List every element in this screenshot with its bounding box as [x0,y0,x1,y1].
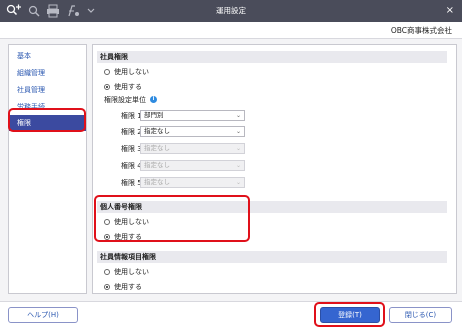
permission-4-label: 権限 4 [121,162,142,170]
company-name: OBC商事株式会社 [390,26,452,35]
register-highlight [314,302,385,327]
sidebar-item-employee[interactable]: 社員管理 [9,82,86,98]
help-button[interactable]: ヘルプ(H) [8,307,78,323]
permission-1-select[interactable]: 部門別 ⌄ [140,110,245,121]
permission-1-label: 権限 1 [121,112,142,120]
chevron-down-icon: ⌄ [235,145,241,152]
radio-button[interactable] [104,69,110,75]
chevron-down-icon: ⌄ [235,162,241,169]
employee-option-on[interactable]: 使用する [104,82,142,92]
info-option-off[interactable]: 使用しない [104,267,149,277]
permission-4-select: 指定なし ⌄ [140,160,245,171]
info-permission-header: 社員情報項目権限 [97,251,447,263]
info-option-on[interactable]: 使用する [104,282,142,292]
sidebar: 基本 組織管理 社員管理 労務手続 権限 [8,44,87,294]
permission-5-select: 指定なし ⌄ [140,177,245,188]
close-window-button[interactable]: × [446,0,454,22]
employee-option-off[interactable]: 使用しない [104,67,149,77]
radio-button-checked[interactable] [104,284,110,290]
permission-3-select: 指定なし ⌄ [140,143,245,154]
permission-5-label: 権限 5 [121,179,142,187]
employee-permission-header: 社員権限 [97,51,447,63]
permission-2-label: 権限 2 [121,128,142,136]
radio-button[interactable] [104,269,110,275]
sidebar-item-organization[interactable]: 組織管理 [9,65,86,81]
chevron-down-icon: ⌄ [235,128,241,135]
window-title: 運用設定 [216,6,246,15]
sidebar-highlight [8,108,86,132]
chevron-down-icon: ⌄ [235,112,241,119]
info-icon[interactable]: i [150,96,157,103]
mynumber-highlight [94,195,250,242]
chevron-down-icon: ⌄ [235,179,241,186]
permission-unit-label: 権限設定単位 [104,96,146,104]
sidebar-item-basic[interactable]: 基本 [9,48,86,64]
permission-2-select[interactable]: 指定なし ⌄ [140,126,245,137]
radio-button-checked[interactable] [104,84,110,90]
close-button[interactable]: 閉じる(C) [389,307,452,323]
permission-3-label: 権限 3 [121,145,142,153]
